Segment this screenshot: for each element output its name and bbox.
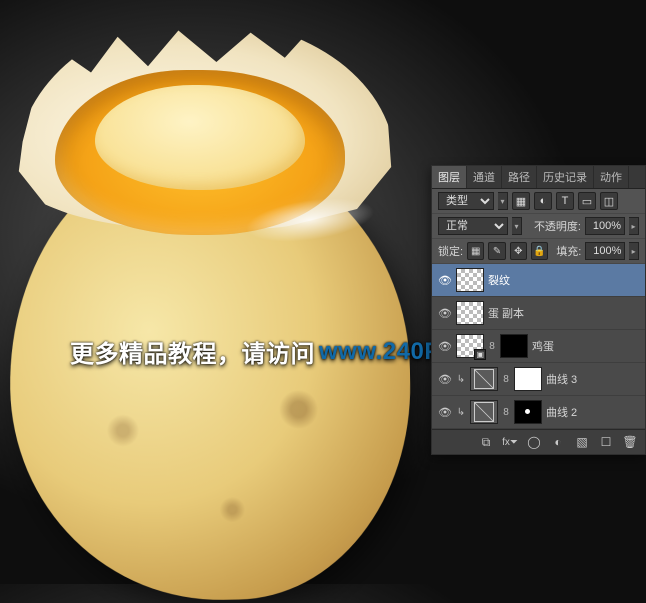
layer-name[interactable]: 鸡蛋	[532, 338, 639, 354]
layer-fx-icon[interactable]: fx⏷	[501, 434, 519, 450]
dropdown-icon[interactable]: ▾	[512, 217, 522, 235]
blend-row: 正常 ▾ 不透明度: ▸	[432, 214, 645, 239]
link-icon[interactable]: 8	[488, 341, 496, 352]
layer-name[interactable]: 裂纹	[488, 272, 639, 288]
filter-smart-icon[interactable]: ◫	[600, 192, 618, 210]
fill-label: 填充:	[556, 243, 581, 259]
opacity-input[interactable]	[585, 217, 625, 235]
clip-icon: ↳	[456, 374, 466, 385]
tab-channels[interactable]: 通道	[467, 166, 502, 188]
adjust-thumb[interactable]	[470, 367, 498, 391]
layer-kind-select[interactable]: 类型	[438, 192, 494, 210]
clip-icon: ↳	[456, 407, 466, 418]
opacity-label: 不透明度:	[534, 218, 581, 234]
tab-layers[interactable]: 图层	[432, 166, 467, 188]
lock-position-icon[interactable]: ✥	[510, 242, 527, 260]
lock-transparent-icon[interactable]: ▦	[467, 242, 484, 260]
layer-name[interactable]: 曲线 2	[546, 404, 639, 420]
layer-thumb[interactable]	[456, 301, 484, 325]
visibility-icon[interactable]: 👁	[438, 339, 452, 353]
filter-type-icon[interactable]: T	[556, 192, 574, 210]
layer-name[interactable]: 曲线 3	[546, 371, 639, 387]
mask-thumb[interactable]	[500, 334, 528, 358]
mask-thumb[interactable]	[514, 400, 542, 424]
add-mask-icon[interactable]: ◯	[525, 434, 543, 450]
layer-row[interactable]: 👁 ▣ 8 鸡蛋	[432, 330, 645, 363]
filter-shape-icon[interactable]: ▭	[578, 192, 596, 210]
adjust-thumb[interactable]	[470, 400, 498, 424]
panel-tabs: 图层 通道 路径 历史记录 动作	[432, 166, 645, 189]
canvas	[0, 0, 430, 584]
visibility-icon[interactable]: 👁	[438, 273, 452, 287]
dropdown-icon[interactable]: ▸	[629, 242, 639, 260]
delete-layer-icon[interactable]: 🗑	[621, 434, 639, 450]
layers-list: 👁 裂纹 👁 蛋 副本 👁 ▣ 8 鸡蛋 👁 ↳ 8 曲线 3 👁 ↳	[432, 264, 645, 429]
layer-row[interactable]: 👁 蛋 副本	[432, 297, 645, 330]
panel-footer: ⧉ fx⏷ ◯ ◐ ▧ ☐ 🗑	[432, 429, 645, 454]
layer-row[interactable]: 👁 裂纹	[432, 264, 645, 297]
link-layers-icon[interactable]: ⧉	[477, 434, 495, 450]
lock-label: 锁定:	[438, 243, 463, 259]
fill-input[interactable]	[585, 242, 625, 260]
filter-adjust-icon[interactable]: ◐	[534, 192, 552, 210]
watermark-part1: 更多精品教程，请访问	[70, 334, 315, 369]
mask-thumb[interactable]	[514, 367, 542, 391]
layer-name[interactable]: 蛋 副本	[488, 305, 639, 321]
adjustment-layer-icon[interactable]: ◐	[549, 434, 567, 450]
layers-panel: 图层 通道 路径 历史记录 动作 类型 ▾ ▦ ◐ T ▭ ◫ 正常 ▾ 不透明…	[431, 165, 646, 455]
visibility-icon[interactable]: 👁	[438, 372, 452, 386]
dropdown-icon[interactable]: ▾	[498, 192, 508, 210]
smart-object-badge: ▣	[474, 349, 486, 360]
tab-actions[interactable]: 动作	[594, 166, 629, 188]
layer-row[interactable]: 👁 ↳ 8 曲线 2	[432, 396, 645, 429]
layer-row[interactable]: 👁 ↳ 8 曲线 3	[432, 363, 645, 396]
tab-history[interactable]: 历史记录	[537, 166, 594, 188]
visibility-icon[interactable]: 👁	[438, 306, 452, 320]
lock-row: 锁定: ▦ ✎ ✥ 🔒 填充: ▸	[432, 239, 645, 264]
tab-paths[interactable]: 路径	[502, 166, 537, 188]
visibility-icon[interactable]: 👁	[438, 405, 452, 419]
link-icon[interactable]: 8	[502, 374, 510, 385]
layer-thumb[interactable]	[456, 268, 484, 292]
blend-mode-select[interactable]: 正常	[438, 217, 508, 235]
lock-pixels-icon[interactable]: ✎	[488, 242, 505, 260]
filter-pixel-icon[interactable]: ▦	[512, 192, 530, 210]
new-group-icon[interactable]: ▧	[573, 434, 591, 450]
egg-yolk-top	[95, 85, 305, 190]
filter-row: 类型 ▾ ▦ ◐ T ▭ ◫	[432, 189, 645, 214]
dropdown-icon[interactable]: ▸	[629, 217, 639, 235]
layer-thumb[interactable]: ▣	[456, 334, 484, 358]
new-layer-icon[interactable]: ☐	[597, 434, 615, 450]
link-icon[interactable]: 8	[502, 407, 510, 418]
lock-all-icon[interactable]: 🔒	[531, 242, 548, 260]
